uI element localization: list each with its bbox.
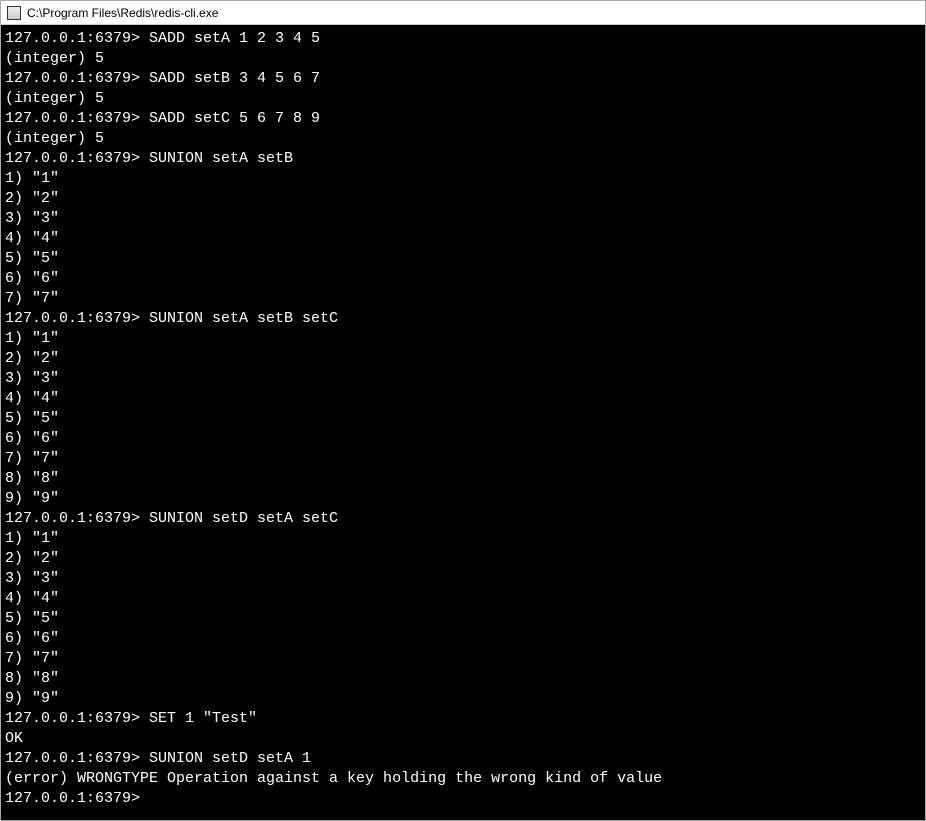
command-line: 127.0.0.1:6379> SUNION setD setA 1: [5, 749, 921, 769]
output-line: 4) "4": [5, 229, 921, 249]
output-line: 9) "9": [5, 689, 921, 709]
terminal-area[interactable]: 127.0.0.1:6379> SADD setA 1 2 3 4 5(inte…: [1, 25, 925, 820]
window-title: C:\Program Files\Redis\redis-cli.exe: [27, 6, 218, 20]
command-line: 127.0.0.1:6379> SET 1 "Test": [5, 709, 921, 729]
output-line: 1) "1": [5, 329, 921, 349]
output-line: OK: [5, 729, 921, 749]
output-line: 9) "9": [5, 489, 921, 509]
console-window: C:\Program Files\Redis\redis-cli.exe 127…: [0, 0, 926, 821]
output-line: 5) "5": [5, 249, 921, 269]
prompt-line: 127.0.0.1:6379>: [5, 789, 921, 809]
output-line: 6) "6": [5, 269, 921, 289]
output-line: 7) "7": [5, 449, 921, 469]
output-line: 4) "4": [5, 589, 921, 609]
output-line: 1) "1": [5, 169, 921, 189]
output-line: 3) "3": [5, 569, 921, 589]
output-line: 3) "3": [5, 369, 921, 389]
output-line: 2) "2": [5, 349, 921, 369]
app-icon: [7, 6, 21, 20]
output-line: 8) "8": [5, 469, 921, 489]
output-line: 8) "8": [5, 669, 921, 689]
output-line: 5) "5": [5, 609, 921, 629]
output-line: 1) "1": [5, 529, 921, 549]
output-line: 7) "7": [5, 289, 921, 309]
command-line: 127.0.0.1:6379> SUNION setD setA setC: [5, 509, 921, 529]
output-line: 2) "2": [5, 189, 921, 209]
output-line: 7) "7": [5, 649, 921, 669]
command-line: 127.0.0.1:6379> SADD setB 3 4 5 6 7: [5, 69, 921, 89]
output-line: 5) "5": [5, 409, 921, 429]
command-line: 127.0.0.1:6379> SADD setC 5 6 7 8 9: [5, 109, 921, 129]
output-line: (integer) 5: [5, 49, 921, 69]
output-line: 4) "4": [5, 389, 921, 409]
command-line: 127.0.0.1:6379> SADD setA 1 2 3 4 5: [5, 29, 921, 49]
output-line: 6) "6": [5, 629, 921, 649]
output-line: (integer) 5: [5, 89, 921, 109]
output-line: (integer) 5: [5, 129, 921, 149]
command-line: 127.0.0.1:6379> SUNION setA setB setC: [5, 309, 921, 329]
output-line: 2) "2": [5, 549, 921, 569]
output-line: 3) "3": [5, 209, 921, 229]
output-line: 6) "6": [5, 429, 921, 449]
titlebar[interactable]: C:\Program Files\Redis\redis-cli.exe: [1, 1, 925, 25]
output-line: (error) WRONGTYPE Operation against a ke…: [5, 769, 921, 789]
command-line: 127.0.0.1:6379> SUNION setA setB: [5, 149, 921, 169]
